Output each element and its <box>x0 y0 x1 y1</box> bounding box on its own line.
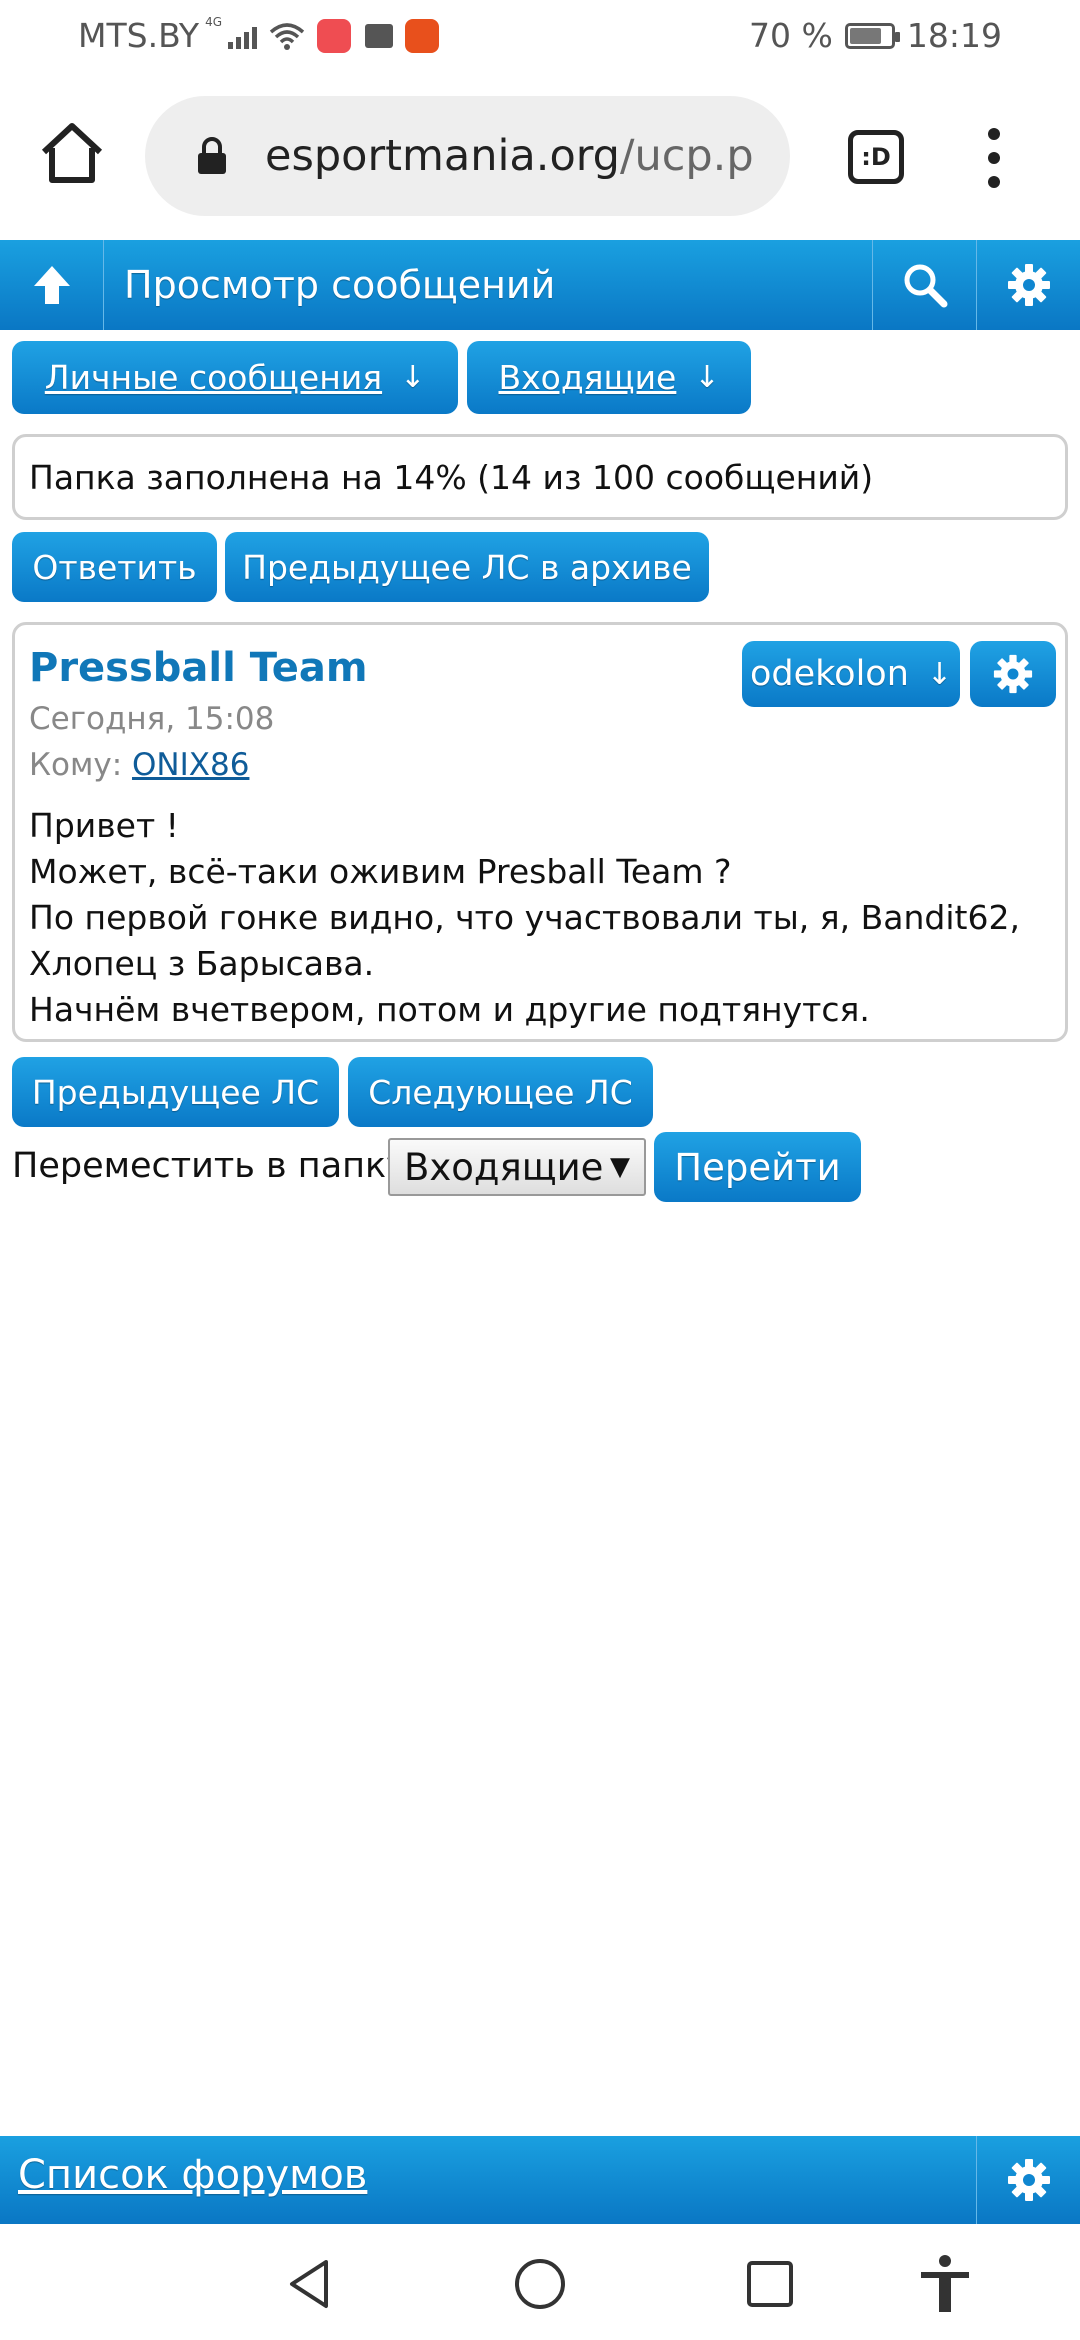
page-title: Просмотр сообщений <box>124 263 556 307</box>
browser-toolbar: esportmania.org/ucp.p :D <box>0 72 1080 240</box>
forum-header: Просмотр сообщений <box>0 240 1080 330</box>
carrier-name: MTS.BY <box>78 16 200 55</box>
go-button[interactable]: Перейти <box>654 1132 861 1202</box>
url-path: /ucp.p <box>619 131 754 181</box>
author-dropdown-button[interactable]: odekolon ↓ <box>742 641 960 707</box>
status-left: MTS.BY 4G <box>78 14 439 55</box>
reply-button[interactable]: Ответить <box>12 532 217 602</box>
back-icon[interactable] <box>280 2254 340 2314</box>
footer-settings-button[interactable] <box>976 2136 1080 2224</box>
folder-status-box: Папка заполнена на 14% (14 из 100 сообще… <box>12 434 1068 520</box>
more-menu-icon[interactable] <box>982 128 1006 188</box>
chevron-down-icon: ↓ <box>694 360 720 395</box>
dropdown-caret-icon: ▼ <box>610 1152 630 1182</box>
status-right: 70 % 18:19 <box>749 16 1002 55</box>
clock: 18:19 <box>906 16 1002 55</box>
folder-select[interactable]: Входящие ▼ <box>388 1138 646 1196</box>
home-circle-icon[interactable] <box>510 2254 570 2314</box>
author-name: odekolon <box>749 654 909 694</box>
gear-icon <box>993 654 1033 694</box>
recents-icon[interactable] <box>740 2254 800 2314</box>
settings-button[interactable] <box>976 240 1080 330</box>
message-line: Привет ! <box>29 806 179 845</box>
gear-icon <box>1007 264 1050 306</box>
tabs-button[interactable]: :D <box>848 130 904 184</box>
up-arrow-button[interactable] <box>0 240 104 330</box>
recipient-link[interactable]: ONIX86 <box>132 747 249 783</box>
signal-icon <box>228 23 257 49</box>
inbox-dropdown-button[interactable]: Входящие ↓ <box>467 341 751 414</box>
next-message-button[interactable]: Следующее ЛС <box>348 1057 653 1127</box>
message-recipient: Кому: ONIX86 <box>29 747 249 783</box>
chevron-down-icon: ↓ <box>400 360 426 395</box>
message-line: По первой гонке видно, что участвовали т… <box>29 898 1020 937</box>
battery-icon <box>844 22 900 49</box>
move-folder-label: Переместить в папку: <box>12 1146 419 1186</box>
pm-dropdown-label: Личные сообщения <box>44 358 383 397</box>
recipient-label: Кому: <box>29 747 123 783</box>
message-line: Хлопец з Барысава. <box>29 944 375 983</box>
folder-status-text: Папка заполнена на 14% (14 из 100 сообще… <box>29 457 874 497</box>
message-options-button[interactable] <box>970 641 1056 707</box>
prev-message-button[interactable]: Предыдущее ЛС <box>12 1057 339 1127</box>
accessibility-icon[interactable] <box>915 2254 975 2314</box>
forum-footer: Список форумов <box>0 2136 1080 2224</box>
message-date: Сегодня, 15:08 <box>29 701 275 737</box>
inbox-dropdown-label: Входящие <box>498 358 677 397</box>
pm-dropdown-button[interactable]: Личные сообщения ↓ <box>12 341 458 414</box>
message-card: Pressball Team Сегодня, 15:08 Кому: ONIX… <box>12 622 1068 1042</box>
system-nav-bar <box>0 2224 1080 2340</box>
lock-icon <box>198 137 226 174</box>
chevron-down-icon: ↓ <box>926 656 953 692</box>
message-body: Привет ! Может, всё-таки оживим Presball… <box>29 803 1049 1033</box>
search-button[interactable] <box>872 240 976 330</box>
address-bar[interactable]: esportmania.org/ucp.p <box>145 96 790 216</box>
message-notification-icon <box>365 23 393 48</box>
home-icon[interactable] <box>36 118 108 190</box>
message-subject: Pressball Team <box>29 645 368 691</box>
network-type: 4G <box>205 14 222 29</box>
status-bar: MTS.BY 4G 70 % 18:19 <box>0 0 1080 72</box>
forum-list-link[interactable]: Список форумов <box>18 2152 367 2198</box>
battery-percent: 70 % <box>749 16 833 55</box>
app-store-icon <box>317 18 351 53</box>
wifi-icon <box>269 22 305 50</box>
message-line: Может, всё-таки оживим Presball Team ? <box>29 852 732 891</box>
up-arrow-icon <box>33 266 70 304</box>
folder-select-value: Входящие <box>404 1145 604 1189</box>
shopping-app-icon <box>405 18 439 53</box>
gear-icon <box>1007 2159 1050 2201</box>
prev-archive-button[interactable]: Предыдущее ЛС в архиве <box>225 532 709 602</box>
search-icon <box>904 264 947 308</box>
message-line: Начнём вчетвером, потом и другие подтяну… <box>29 990 870 1029</box>
url-host: esportmania.org <box>265 131 620 181</box>
